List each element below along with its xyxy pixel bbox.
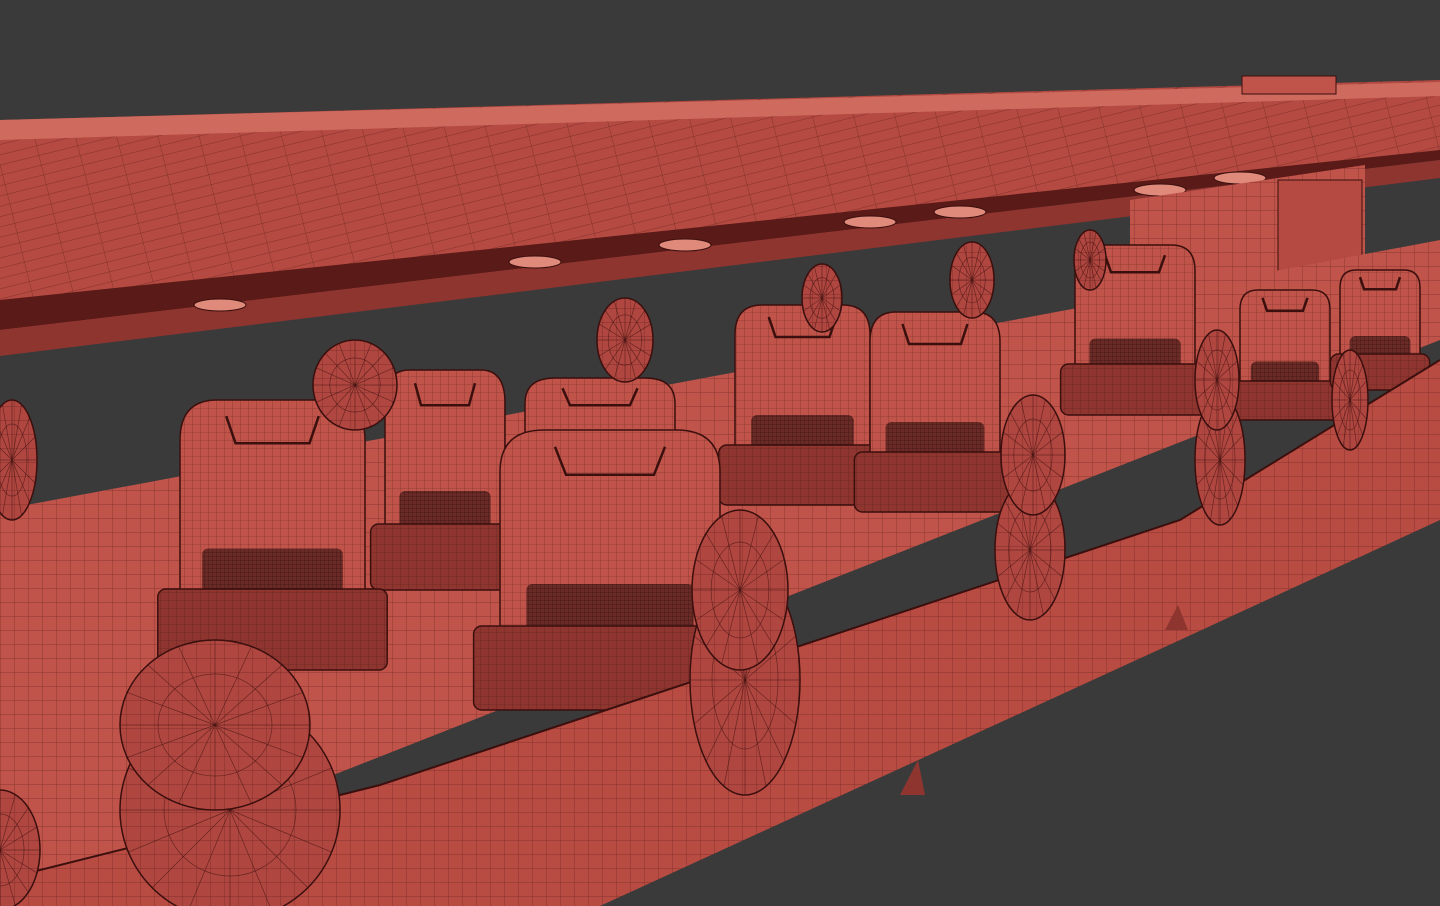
window-shade (691, 509, 789, 671)
ceiling-light-icon (658, 238, 712, 252)
passenger-seat (853, 311, 1017, 513)
window-shade (1331, 349, 1369, 451)
ceiling-light-icon (193, 298, 247, 312)
window-shade (1073, 229, 1107, 291)
window-shade (0, 399, 38, 521)
passenger-seat (157, 399, 388, 671)
window-shade (801, 263, 843, 333)
wireframe-cabin-render (0, 75, 1440, 906)
passenger-seat (1228, 289, 1342, 421)
window-shade (119, 639, 311, 811)
window-shade (312, 339, 398, 431)
ceiling-light-icon (843, 215, 897, 229)
window-shade (1000, 394, 1066, 516)
window-shade (949, 241, 995, 319)
window-shade (596, 297, 654, 383)
window-shade (1194, 329, 1240, 431)
render-viewport (0, 0, 1440, 906)
ceiling-light-icon (508, 255, 562, 269)
ceiling-light-icon (933, 205, 987, 219)
